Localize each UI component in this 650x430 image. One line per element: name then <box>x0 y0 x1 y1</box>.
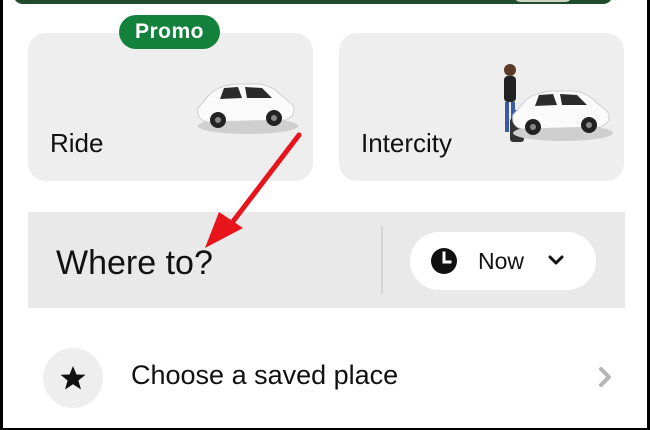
car-icon <box>512 90 613 141</box>
search-divider <box>381 226 383 294</box>
ride-service-card[interactable]: Ride <box>28 33 313 181</box>
promo-badge: Promo <box>119 15 221 49</box>
chevron-right-icon <box>599 367 611 387</box>
saved-place-row[interactable]: Choose a saved place <box>28 340 625 416</box>
chevron-down-icon <box>548 255 564 265</box>
car-icon <box>197 83 298 134</box>
saved-place-label: Choose a saved place <box>131 360 399 390</box>
clock-icon <box>431 248 457 274</box>
app-screen: Ride Promo Intercity Where to? Now Choos… <box>3 0 647 428</box>
star-icon <box>60 366 86 390</box>
where-to-label[interactable]: Where to? <box>56 244 213 283</box>
top-banner-highlight <box>513 0 573 2</box>
where-to-search-bar[interactable]: Where to? Now <box>28 212 625 308</box>
intercity-label: Intercity <box>361 128 453 158</box>
star-icon-container <box>43 348 103 408</box>
schedule-now-label: Now <box>478 248 525 274</box>
schedule-now-button[interactable]: Now <box>410 232 596 290</box>
ride-label: Ride <box>50 128 104 158</box>
